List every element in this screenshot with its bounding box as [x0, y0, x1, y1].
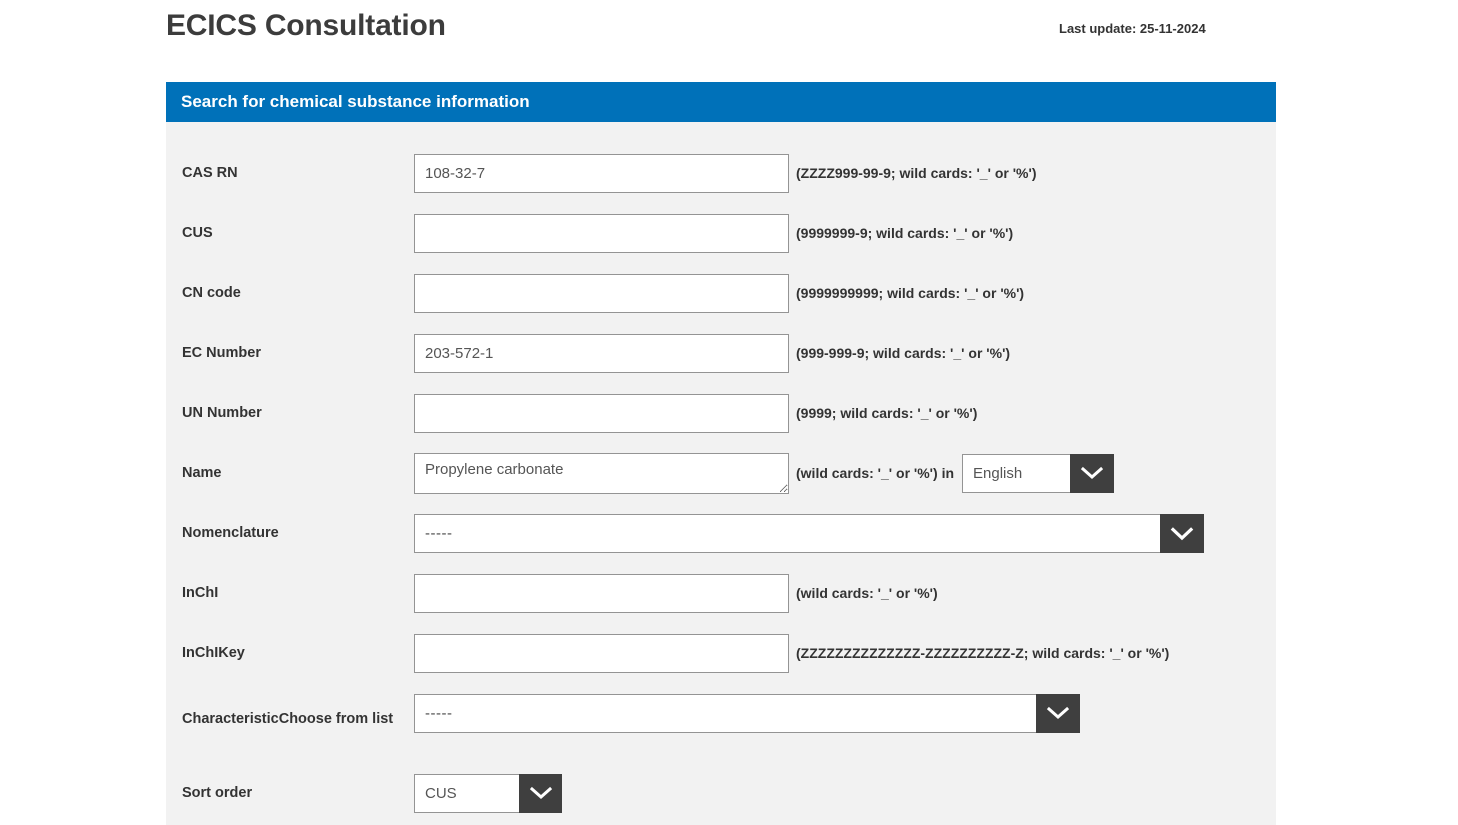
- characteristic-select[interactable]: -----: [414, 694, 1080, 733]
- field-wrap-cas-rn: (ZZZZ999-99-9; wild cards: '_' or '%'): [414, 143, 1036, 203]
- search-form: CAS RN (ZZZZ999-99-9; wild cards: '_' or…: [166, 122, 1276, 823]
- hint-cas-rn: (ZZZZ999-99-9; wild cards: '_' or '%'): [796, 165, 1036, 181]
- form-row-cus: CUS (9999999-9; wild cards: '_' or '%'): [166, 203, 1276, 263]
- label-characteristic: Characteristic Choose from list: [182, 683, 393, 734]
- hint-name: (wild cards: '_' or '%') in: [796, 465, 954, 481]
- sort-order-select-value: CUS: [414, 774, 519, 813]
- form-row-inchikey: InChIKey (ZZZZZZZZZZZZZZ-ZZZZZZZZZZ-Z; w…: [166, 623, 1276, 683]
- form-row-ec-number: EC Number (999-999-9; wild cards: '_' or…: [166, 323, 1276, 383]
- language-select-wrap: English: [962, 454, 1114, 493]
- field-wrap-inchi: (wild cards: '_' or '%'): [414, 563, 938, 623]
- form-row-nomenclature: Nomenclature -----: [166, 503, 1276, 563]
- cas-rn-input[interactable]: [414, 154, 789, 193]
- chevron-down-icon[interactable]: [1070, 454, 1114, 493]
- field-wrap-cus: (9999999-9; wild cards: '_' or '%'): [414, 203, 1013, 263]
- ec-number-input[interactable]: [414, 334, 789, 373]
- cus-input[interactable]: [414, 214, 789, 253]
- hint-cus: (9999999-9; wild cards: '_' or '%'): [796, 225, 1013, 241]
- form-row-cn-code: CN code (9999999999; wild cards: '_' or …: [166, 263, 1276, 323]
- label-characteristic-main: Characteristic: [182, 704, 279, 734]
- field-wrap-sort-order: CUS: [414, 763, 562, 823]
- hint-ec-number: (999-999-9; wild cards: '_' or '%'): [796, 345, 1010, 361]
- characteristic-select-value: -----: [414, 694, 1036, 733]
- field-wrap-inchikey: (ZZZZZZZZZZZZZZ-ZZZZZZZZZZ-Z; wild cards…: [414, 623, 1169, 683]
- form-row-sort-order: Sort order CUS: [166, 763, 1276, 823]
- form-row-un-number: UN Number (9999; wild cards: '_' or '%'): [166, 383, 1276, 443]
- search-panel-title: Search for chemical substance informatio…: [181, 92, 530, 112]
- nomenclature-select-value: -----: [414, 514, 1160, 553]
- chevron-down-icon[interactable]: [1036, 694, 1080, 733]
- un-number-input[interactable]: [414, 394, 789, 433]
- search-panel: Search for chemical substance informatio…: [166, 82, 1276, 825]
- last-update-text: Last update: 25-11-2024: [1059, 21, 1206, 36]
- field-wrap-characteristic: -----: [414, 683, 1080, 743]
- chevron-down-icon[interactable]: [1160, 514, 1204, 553]
- field-wrap-cn-code: (9999999999; wild cards: '_' or '%'): [414, 263, 1024, 323]
- name-input[interactable]: [414, 453, 789, 494]
- cn-code-input[interactable]: [414, 274, 789, 313]
- field-wrap-un-number: (9999; wild cards: '_' or '%'): [414, 383, 977, 443]
- nomenclature-select[interactable]: -----: [414, 514, 1204, 553]
- form-row-inchi: InChI (wild cards: '_' or '%'): [166, 563, 1276, 623]
- label-cas-rn: CAS RN: [182, 143, 238, 203]
- label-inchi: InChI: [182, 563, 218, 623]
- inchikey-input[interactable]: [414, 634, 789, 673]
- label-cn-code: CN code: [182, 263, 241, 323]
- label-name: Name: [182, 443, 222, 503]
- inchi-input[interactable]: [414, 574, 789, 613]
- label-ec-number: EC Number: [182, 323, 261, 383]
- field-wrap-name: (wild cards: '_' or '%') in English: [414, 443, 1114, 503]
- page-header: ECICS Consultation Last update: 25-11-20…: [0, 0, 1458, 62]
- search-panel-header: Search for chemical substance informatio…: [166, 82, 1276, 122]
- label-cus: CUS: [182, 203, 213, 263]
- sort-order-select[interactable]: CUS: [414, 774, 562, 813]
- language-select-value: English: [962, 454, 1070, 493]
- hint-inchikey: (ZZZZZZZZZZZZZZ-ZZZZZZZZZZ-Z; wild cards…: [796, 645, 1169, 661]
- page-title: ECICS Consultation: [166, 9, 446, 43]
- label-sort-order: Sort order: [182, 763, 252, 823]
- language-select[interactable]: English: [962, 454, 1114, 493]
- label-un-number: UN Number: [182, 383, 262, 443]
- label-characteristic-sub: Choose from list: [279, 704, 393, 734]
- hint-inchi: (wild cards: '_' or '%'): [796, 585, 938, 601]
- form-row-name: Name (wild cards: '_' or '%') in English: [166, 443, 1276, 503]
- label-inchikey: InChIKey: [182, 623, 245, 683]
- field-wrap-ec-number: (999-999-9; wild cards: '_' or '%'): [414, 323, 1010, 383]
- field-wrap-nomenclature: -----: [414, 503, 1204, 563]
- chevron-down-icon[interactable]: [519, 774, 562, 813]
- ecics-consultation-page: ECICS Consultation Last update: 25-11-20…: [0, 0, 1458, 825]
- hint-un-number: (9999; wild cards: '_' or '%'): [796, 405, 977, 421]
- label-nomenclature: Nomenclature: [182, 503, 279, 563]
- form-row-characteristic: Characteristic Choose from list -----: [166, 683, 1276, 743]
- hint-cn-code: (9999999999; wild cards: '_' or '%'): [796, 285, 1024, 301]
- form-row-cas-rn: CAS RN (ZZZZ999-99-9; wild cards: '_' or…: [166, 143, 1276, 203]
